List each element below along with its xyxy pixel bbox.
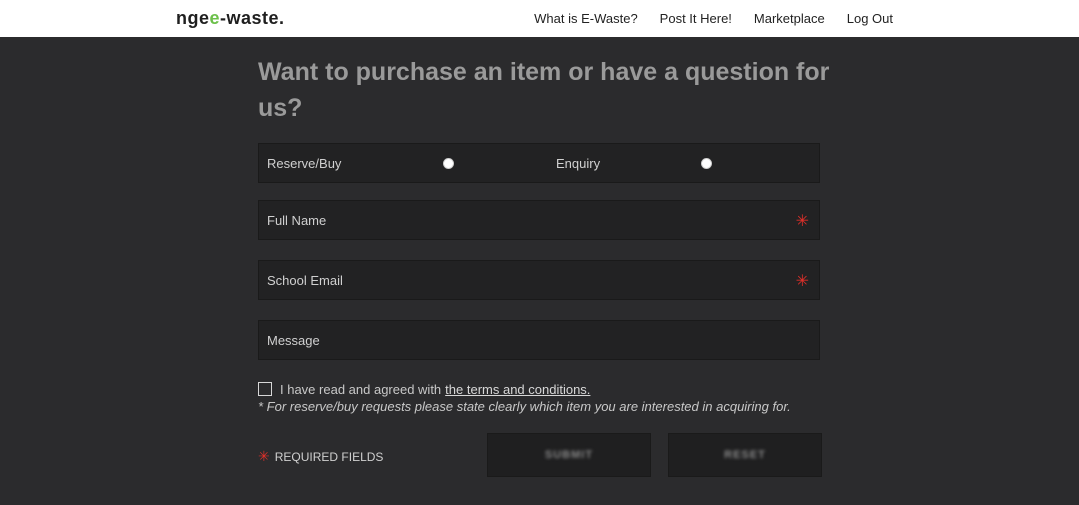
nav-link-log-out[interactable]: Log Out bbox=[847, 11, 893, 26]
nav-menu: What is E-Waste? Post It Here! Marketpla… bbox=[534, 11, 893, 26]
nav-link-marketplace[interactable]: Marketplace bbox=[754, 11, 825, 26]
required-asterisk-icon: ✳ bbox=[258, 448, 270, 464]
message-field[interactable]: Message bbox=[258, 320, 820, 360]
top-nav-bar: ngee-waste. What is E-Waste? Post It Her… bbox=[0, 0, 1079, 37]
required-fields-legend: ✳ REQUIRED FIELDS bbox=[258, 448, 383, 465]
terms-link[interactable]: the terms and conditions. bbox=[445, 382, 590, 397]
terms-text: I have read and agreed with bbox=[280, 381, 442, 397]
terms-row: I have read and agreed with the terms an… bbox=[258, 381, 590, 397]
required-fields-label: REQUIRED FIELDS bbox=[274, 449, 384, 464]
option-label-reserve-buy: Reserve/Buy bbox=[267, 156, 342, 171]
message-placeholder: Message bbox=[267, 333, 320, 348]
terms-checkbox[interactable] bbox=[258, 382, 272, 396]
reset-button[interactable]: RESET bbox=[668, 433, 822, 477]
full-name-field[interactable]: Full Name ✳ bbox=[258, 200, 820, 240]
nav-link-what-is-ewaste[interactable]: What is E-Waste? bbox=[534, 11, 638, 26]
reserve-note: * For reserve/buy requests please state … bbox=[258, 399, 791, 414]
full-name-placeholder: Full Name bbox=[267, 213, 327, 228]
option-label-enquiry: Enquiry bbox=[556, 156, 601, 171]
submit-label: SUBMIT bbox=[544, 449, 594, 461]
required-asterisk-icon: ✳ bbox=[795, 273, 809, 290]
reset-label: RESET bbox=[724, 449, 766, 461]
radio-enquiry[interactable] bbox=[701, 158, 712, 169]
nav-link-post-it-here[interactable]: Post It Here! bbox=[660, 11, 732, 26]
radio-reserve-buy[interactable] bbox=[443, 158, 454, 169]
request-type-row: Reserve/Buy Enquiry bbox=[258, 143, 820, 183]
submit-button[interactable]: SUBMIT bbox=[487, 433, 651, 477]
required-asterisk-icon: ✳ bbox=[795, 213, 809, 230]
school-email-placeholder: School Email bbox=[267, 273, 343, 288]
school-email-field[interactable]: School Email ✳ bbox=[258, 260, 820, 300]
page-title: Want to purchase an item or have a quest… bbox=[258, 58, 830, 122]
site-logo[interactable]: ngee-waste. bbox=[176, 8, 285, 29]
